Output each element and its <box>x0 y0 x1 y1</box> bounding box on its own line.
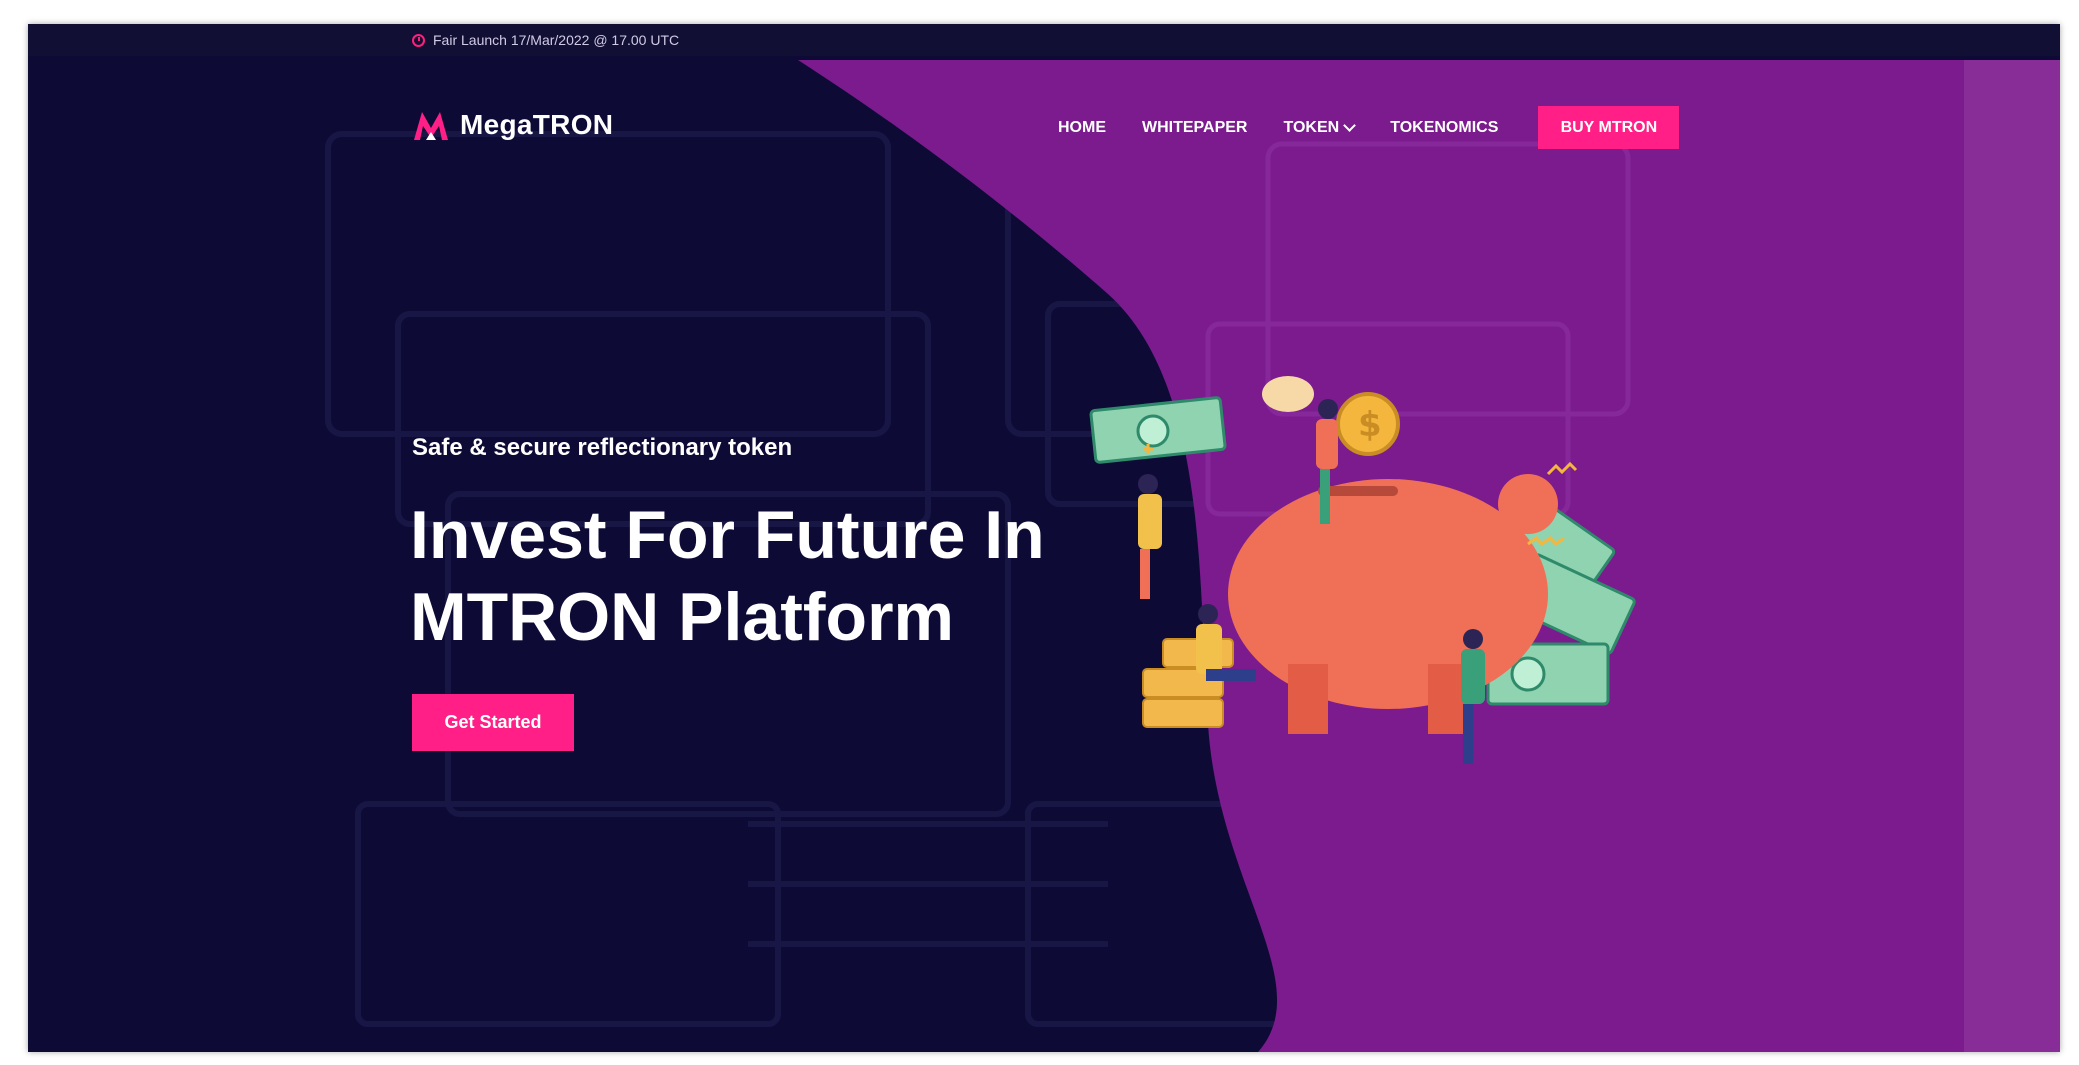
headline-line-2: MTRON Platform <box>410 579 954 655</box>
megatron-logo-icon <box>414 112 448 140</box>
chevron-down-icon <box>1343 119 1357 132</box>
nav-tokenomics[interactable]: TOKENOMICS <box>1390 119 1498 137</box>
right-edge-strip <box>1964 60 2060 1052</box>
nav-whitepaper[interactable]: WHITEPAPER <box>1142 119 1247 137</box>
get-started-button[interactable]: Get Started <box>412 694 574 751</box>
browser-frame: Fair Launch 17/Mar/2022 @ 17.00 UTC Mega… <box>28 24 2060 1052</box>
nav-token-label: TOKEN <box>1283 118 1340 136</box>
brand-name: MegaTRON <box>460 109 614 140</box>
hero-headline: Invest For Future In MTRON Platform <box>410 494 1110 658</box>
headline-line-1: Invest For Future In <box>410 497 1045 573</box>
svg-text:$: $ <box>1358 405 1382 445</box>
fair-launch-notice: Fair Launch 17/Mar/2022 @ 17.00 UTC <box>412 24 679 56</box>
hero-tagline: Safe & secure reflectionary token <box>412 434 793 461</box>
clock-icon <box>412 33 425 47</box>
nav-token[interactable]: TOKEN <box>1283 118 1357 137</box>
piggy-bank-illustration: $ <box>1089 376 1636 764</box>
fair-launch-text: Fair Launch 17/Mar/2022 @ 17.00 UTC <box>433 32 680 48</box>
brand-logo[interactable]: MegaTRON <box>412 108 613 142</box>
buy-mtron-button[interactable]: BUY MTRON <box>1538 106 1680 149</box>
nav-home[interactable]: HOME <box>1058 119 1106 137</box>
announcement-bar: Fair Launch 17/Mar/2022 @ 17.00 UTC <box>28 24 2060 56</box>
main-nav: HOME WHITEPAPER TOKEN TOKENOMICS BUY MTR… <box>1058 106 1680 149</box>
